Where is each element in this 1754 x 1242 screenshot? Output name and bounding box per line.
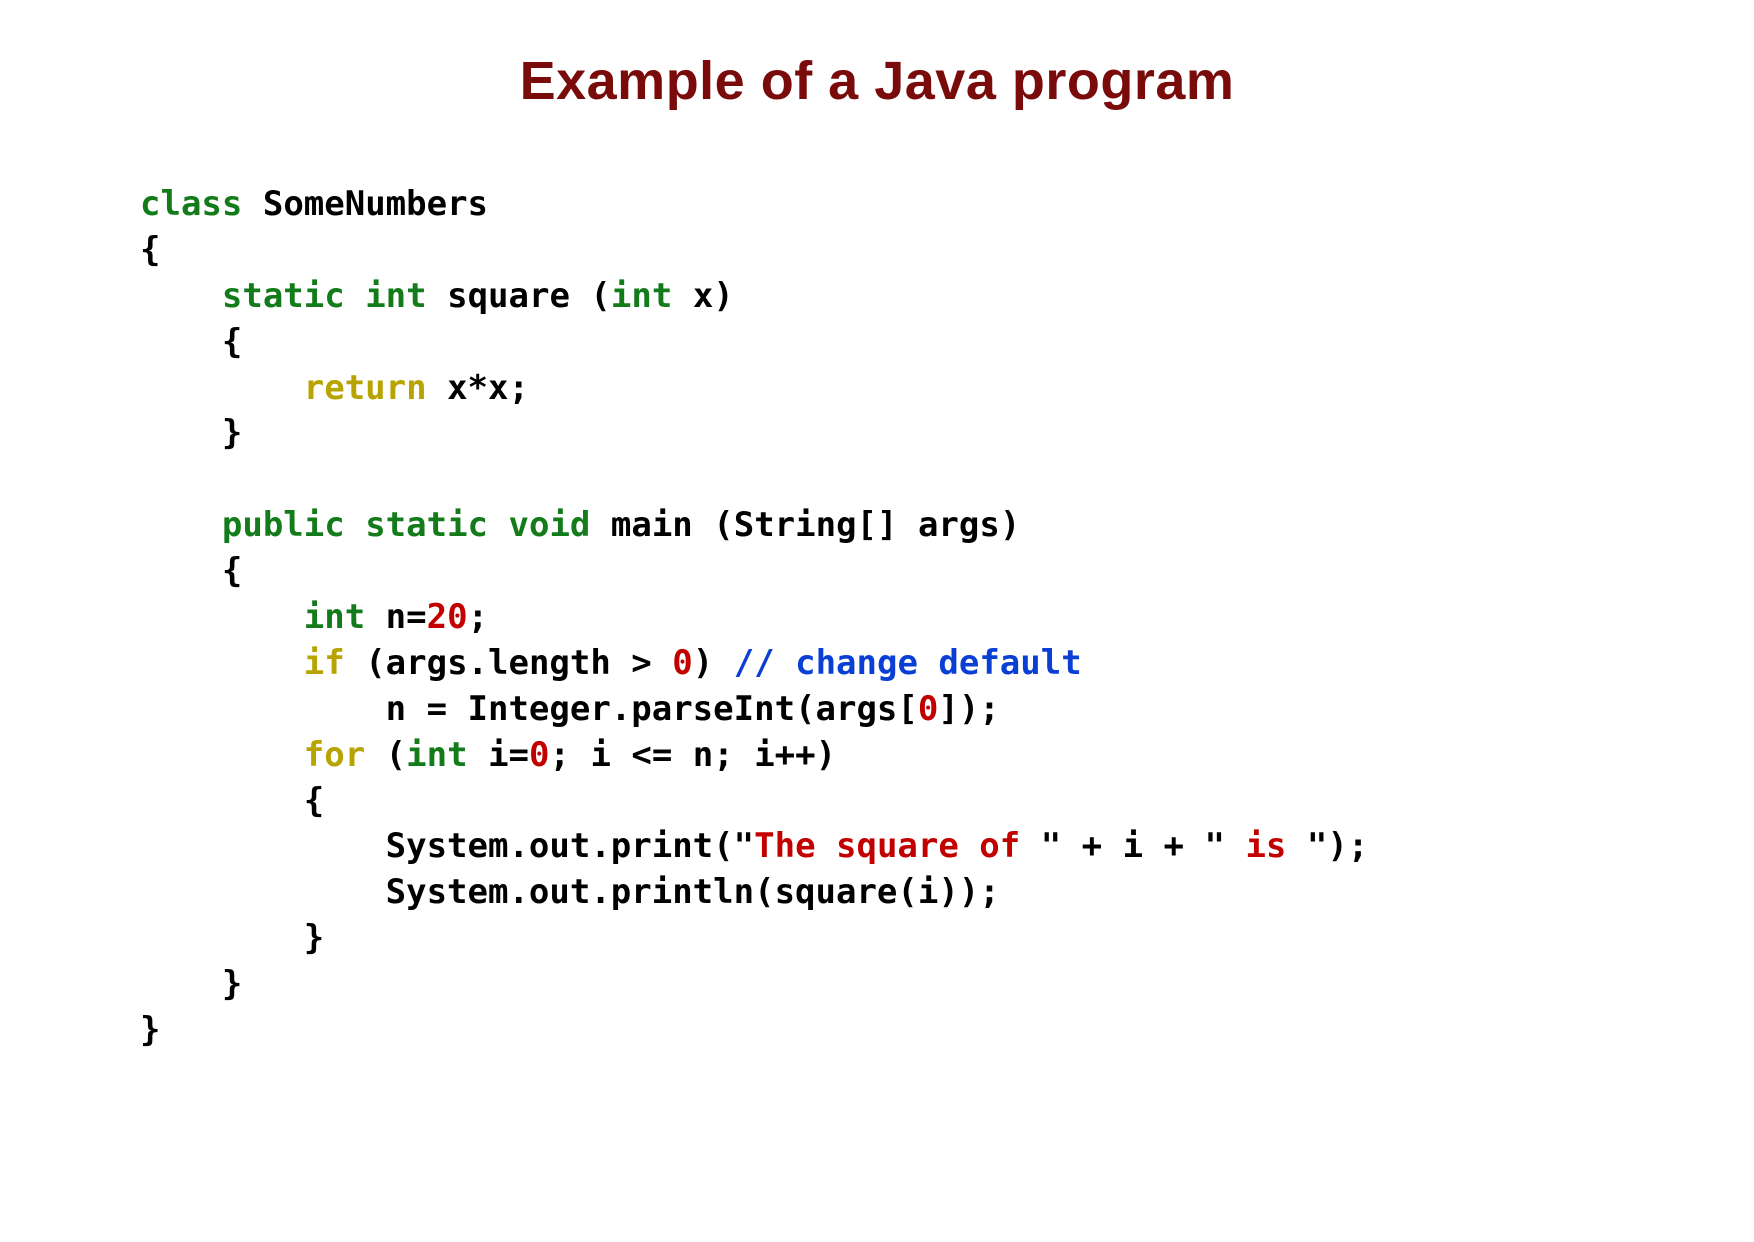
- code-line-6: }: [140, 413, 242, 453]
- lit-0b: 0: [918, 689, 938, 729]
- code-block: class SomeNumbers { static int square (i…: [140, 182, 1614, 1054]
- indent: [140, 872, 386, 912]
- kw-if: if: [304, 643, 345, 683]
- code-line-19: }: [140, 1010, 160, 1050]
- kw-static2: static: [365, 505, 488, 545]
- comment: // change default: [734, 643, 1082, 683]
- code-line-12: n = Integer.parseInt(args[0]);: [140, 689, 1000, 729]
- expr: x*x;: [447, 368, 529, 408]
- class-name: SomeNumbers: [263, 184, 488, 224]
- kw-int3: int: [406, 735, 467, 775]
- code-line-10: int n=20;: [140, 597, 488, 637]
- str-1: The square of: [754, 826, 1041, 866]
- code-line-8: public static void main (String[] args): [140, 505, 1020, 545]
- lit-20: 20: [427, 597, 468, 637]
- fn-name: square: [447, 276, 570, 316]
- code-line-5: return x*x;: [140, 368, 529, 408]
- indent: [140, 368, 304, 408]
- kw-int-param: int: [611, 276, 672, 316]
- code-line-18: }: [140, 964, 242, 1004]
- kw-void: void: [509, 505, 591, 545]
- kw-public: public: [222, 505, 345, 545]
- kw-class-c: c: [140, 184, 160, 224]
- code-line-1: class SomeNumbers: [140, 184, 488, 224]
- indent: [140, 689, 386, 729]
- slide: Example of a Java program class SomeNumb…: [0, 0, 1754, 1242]
- lit-0a: 0: [672, 643, 692, 683]
- indent: [140, 505, 222, 545]
- space: [242, 184, 262, 224]
- slide-title: Example of a Java program: [140, 50, 1614, 112]
- code-line-15: System.out.print("The square of " + i + …: [140, 826, 1368, 866]
- code-line-3: static int square (int x): [140, 276, 734, 316]
- code-line-9: {: [140, 551, 242, 591]
- main-args: (String[] args): [713, 505, 1020, 545]
- indent: [140, 643, 304, 683]
- kw-class-rest: lass: [160, 184, 242, 224]
- str-2: is: [1225, 826, 1307, 866]
- kw-int: int: [365, 276, 426, 316]
- indent: [140, 276, 222, 316]
- kw-int2: int: [304, 597, 365, 637]
- kw-return: return: [304, 368, 427, 408]
- indent: [140, 735, 304, 775]
- indent: [140, 826, 386, 866]
- code-line-4: {: [140, 322, 242, 362]
- code-line-14: {: [140, 781, 324, 821]
- kw-for: for: [304, 735, 365, 775]
- code-line-16: System.out.println(square(i));: [140, 872, 1000, 912]
- code-line-13: for (int i=0; i <= n; i++): [140, 735, 836, 775]
- kw-static: static: [222, 276, 345, 316]
- fn-main: main: [611, 505, 693, 545]
- indent: [140, 597, 304, 637]
- code-line-17: }: [140, 918, 324, 958]
- code-line-11: if (args.length > 0) // change default: [140, 643, 1082, 683]
- lit-0c: 0: [529, 735, 549, 775]
- code-line-2: {: [140, 230, 160, 270]
